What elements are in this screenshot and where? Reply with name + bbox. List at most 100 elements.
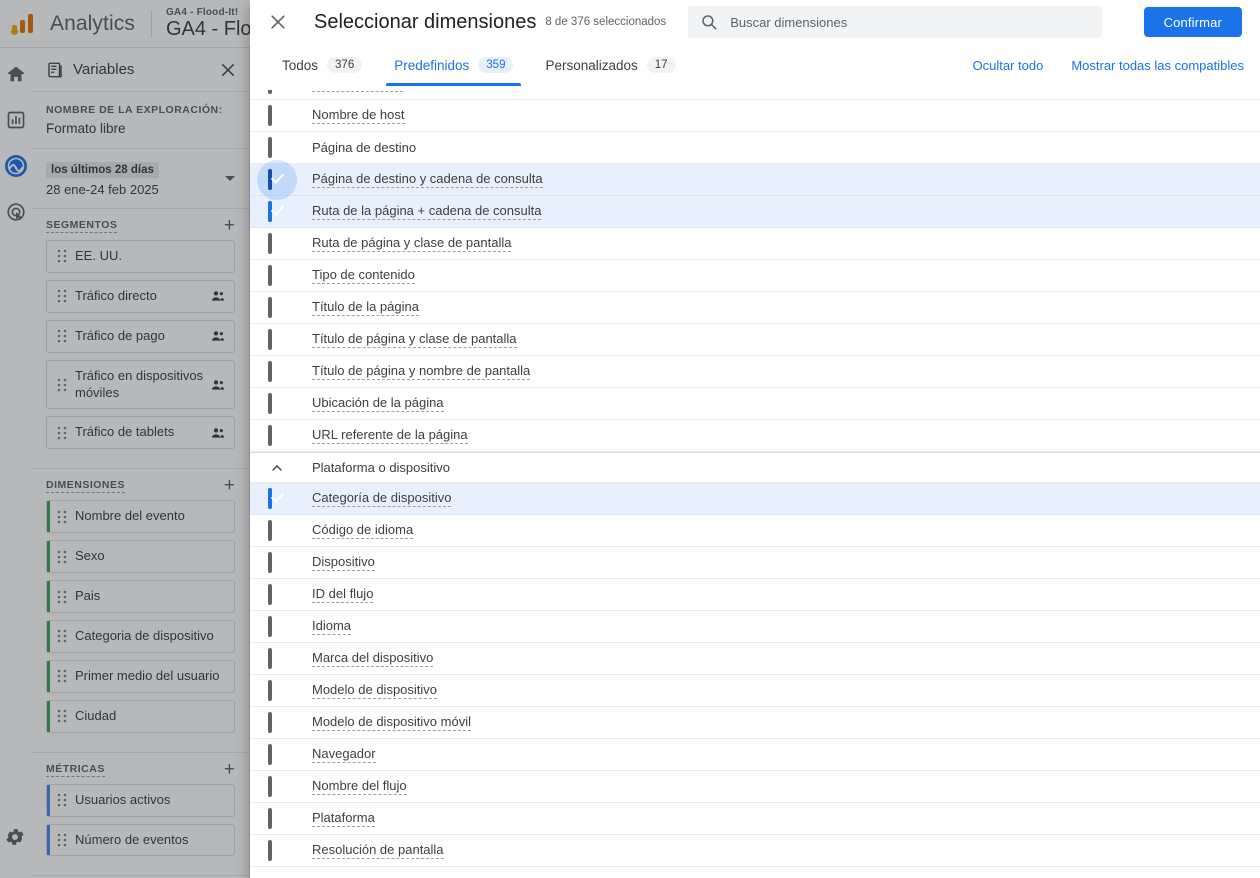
- dimension-row[interactable]: ID del flujo: [250, 579, 1260, 611]
- checkbox-wrap[interactable]: [268, 424, 286, 446]
- dimension-row[interactable]: Resolución de pantalla: [250, 835, 1260, 867]
- checkbox-wrap[interactable]: [257, 159, 297, 200]
- dimension-label[interactable]: ID del flujo: [312, 586, 374, 603]
- dimension-label[interactable]: Dispositivo: [312, 554, 375, 571]
- dimension-row[interactable]: Marca del dispositivo: [250, 643, 1260, 675]
- dimension-label[interactable]: Página de destino y cadena de consulta: [312, 171, 543, 188]
- checkbox-wrap[interactable]: [268, 679, 286, 701]
- dimension-label[interactable]: Marca del dispositivo: [312, 650, 434, 667]
- dimension-checkbox[interactable]: [268, 615, 272, 637]
- search-box[interactable]: [688, 6, 1103, 38]
- dimension-row[interactable]: Nombre del flujo: [250, 771, 1260, 803]
- checkbox-wrap[interactable]: [268, 328, 286, 350]
- dimension-checkbox[interactable]: [268, 743, 272, 765]
- checkbox-wrap[interactable]: [268, 392, 286, 414]
- dimension-checkbox[interactable]: [268, 551, 272, 573]
- checkbox-wrap[interactable]: [268, 232, 286, 254]
- checkbox-wrap[interactable]: [268, 743, 286, 765]
- dimension-row[interactable]: Modelo de dispositivo: [250, 675, 1260, 707]
- dimension-checkbox[interactable]: [268, 168, 272, 190]
- dimension-checkbox[interactable]: [268, 200, 272, 222]
- checkbox-wrap[interactable]: [268, 200, 286, 222]
- dimension-row[interactable]: Página de destino: [250, 132, 1260, 164]
- checkbox-wrap[interactable]: [268, 583, 286, 605]
- dimension-row[interactable]: Modelo de dispositivo móvil: [250, 707, 1260, 739]
- dimensions-list[interactable]: ID de contenido Nombre de host Página de d…: [250, 90, 1260, 878]
- dimension-label[interactable]: Ruta de página y clase de pantalla: [312, 235, 512, 252]
- dimension-label[interactable]: Idioma: [312, 618, 352, 635]
- dimension-label[interactable]: Modelo de dispositivo: [312, 682, 438, 699]
- dimension-label[interactable]: Código de idioma: [312, 522, 414, 539]
- dimension-checkbox[interactable]: [268, 807, 272, 829]
- dimension-row[interactable]: ID de contenido: [250, 90, 1260, 100]
- dimension-row[interactable]: Título de página y nombre de pantalla: [250, 356, 1260, 388]
- dimension-label[interactable]: Ruta de la página + cadena de consulta: [312, 203, 542, 220]
- dimension-row[interactable]: Nombre de host: [250, 100, 1260, 132]
- checkbox-wrap[interactable]: [268, 90, 286, 94]
- dimension-row[interactable]: Idioma: [250, 611, 1260, 643]
- dimension-checkbox[interactable]: [268, 90, 272, 94]
- dimension-label[interactable]: Navegador: [312, 746, 376, 763]
- dimension-checkbox[interactable]: [268, 583, 272, 605]
- dimension-row[interactable]: Dispositivo: [250, 547, 1260, 579]
- dimension-label[interactable]: Tipo de contenido: [312, 267, 415, 284]
- dimension-row[interactable]: URL referente de la página: [250, 420, 1260, 452]
- tab-personalizados[interactable]: Personalizados 17: [529, 44, 691, 86]
- dimension-checkbox[interactable]: [268, 104, 272, 126]
- dimension-label[interactable]: Ubicación de la página: [312, 395, 444, 412]
- dimension-checkbox[interactable]: [268, 839, 272, 861]
- dimension-row[interactable]: Título de página y clase de pantalla: [250, 324, 1260, 356]
- dimension-checkbox[interactable]: [268, 232, 272, 254]
- dimension-checkbox[interactable]: [268, 679, 272, 701]
- dimension-label[interactable]: Modelo de dispositivo móvil: [312, 714, 471, 731]
- dimension-row[interactable]: Página de destino y cadena de consulta: [250, 159, 1260, 200]
- dimension-checkbox[interactable]: [268, 711, 272, 733]
- checkbox-wrap[interactable]: [268, 807, 286, 829]
- dimension-label[interactable]: Título de página y clase de pantalla: [312, 331, 517, 348]
- dimension-label[interactable]: Nombre de host: [312, 107, 405, 124]
- chevron-up-icon[interactable]: [268, 459, 286, 477]
- dimension-label[interactable]: Título de página y nombre de pantalla: [312, 363, 531, 380]
- checkbox-wrap[interactable]: [268, 104, 286, 126]
- dimension-checkbox[interactable]: [268, 519, 272, 541]
- tab-todos[interactable]: Todos 376: [266, 44, 378, 86]
- checkbox-wrap[interactable]: [268, 839, 286, 861]
- checkbox-wrap[interactable]: [268, 615, 286, 637]
- dimension-label[interactable]: Página de destino: [312, 140, 416, 155]
- show-all-compatible-link[interactable]: Mostrar todas las compatibles: [1071, 58, 1244, 73]
- dimension-checkbox[interactable]: [268, 775, 272, 797]
- checkbox-wrap[interactable]: [268, 647, 286, 669]
- dimension-row[interactable]: Plataforma: [250, 803, 1260, 835]
- checkbox-wrap[interactable]: [268, 136, 286, 158]
- hide-all-link[interactable]: Ocultar todo: [972, 58, 1043, 73]
- dimension-label[interactable]: Nombre del flujo: [312, 778, 407, 795]
- dimension-checkbox[interactable]: [268, 360, 272, 382]
- dimension-row[interactable]: Título de la página: [250, 292, 1260, 324]
- dimension-label[interactable]: Resolución de pantalla: [312, 842, 444, 859]
- dimension-checkbox[interactable]: [268, 487, 272, 509]
- checkbox-wrap[interactable]: [268, 487, 286, 509]
- dimension-checkbox[interactable]: [268, 328, 272, 350]
- dimension-checkbox[interactable]: [268, 392, 272, 414]
- dimension-row[interactable]: Categoría de dispositivo: [250, 483, 1260, 515]
- dimension-label[interactable]: Título de la página: [312, 299, 419, 316]
- dimension-row[interactable]: Tipo de contenido: [250, 260, 1260, 292]
- tab-predefinidos[interactable]: Predefinidos 359: [378, 44, 529, 86]
- dimension-label[interactable]: Plataforma: [312, 810, 375, 827]
- dimension-label[interactable]: URL referente de la página: [312, 427, 468, 444]
- dimension-label[interactable]: Categoría de dispositivo: [312, 490, 452, 507]
- dimension-checkbox[interactable]: [268, 647, 272, 669]
- dimension-checkbox[interactable]: [268, 424, 272, 446]
- checkbox-wrap[interactable]: [268, 264, 286, 286]
- dimension-row[interactable]: Navegador: [250, 739, 1260, 771]
- dimension-row[interactable]: Ruta de la página + cadena de consulta: [250, 196, 1260, 228]
- checkbox-wrap[interactable]: [268, 711, 286, 733]
- dimension-checkbox[interactable]: [268, 296, 272, 318]
- close-icon[interactable]: [266, 10, 290, 34]
- checkbox-wrap[interactable]: [268, 360, 286, 382]
- dimension-group-header[interactable]: Plataforma o dispositivo: [250, 452, 1260, 483]
- dimension-checkbox[interactable]: [268, 136, 272, 158]
- search-input[interactable]: [730, 14, 1091, 30]
- checkbox-wrap[interactable]: [268, 519, 286, 541]
- dimension-row[interactable]: Ubicación de la página: [250, 388, 1260, 420]
